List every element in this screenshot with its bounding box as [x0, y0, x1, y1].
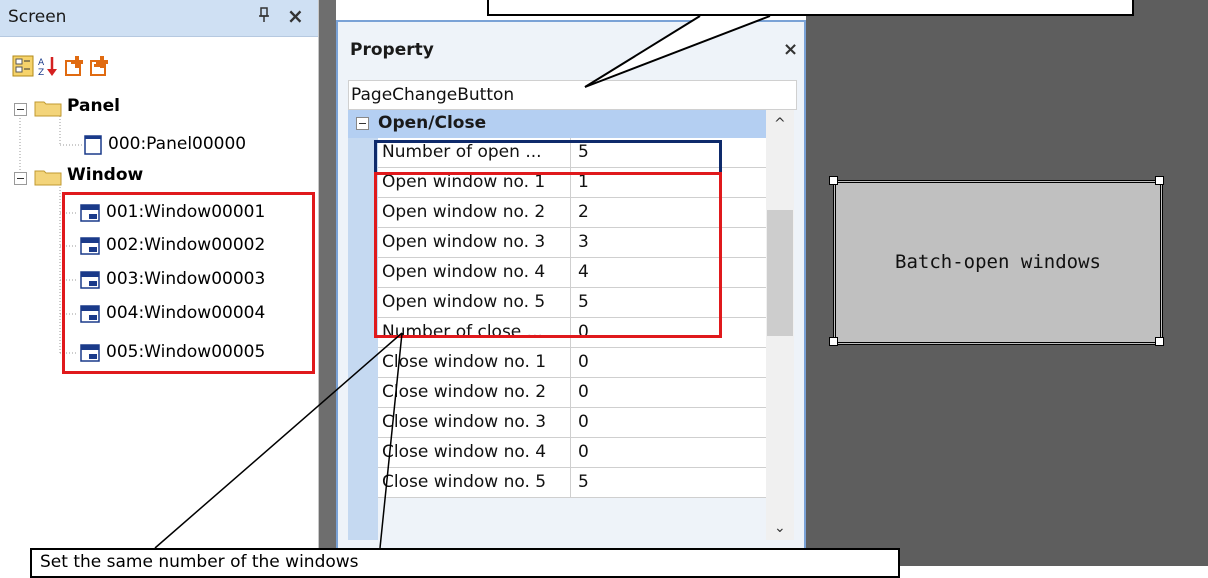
- callout-pointers: [154, 15, 771, 549]
- bottom-callout-text: Set the same number of the windows: [40, 552, 359, 572]
- bottom-callout: Set the same number of the windows: [30, 548, 900, 578]
